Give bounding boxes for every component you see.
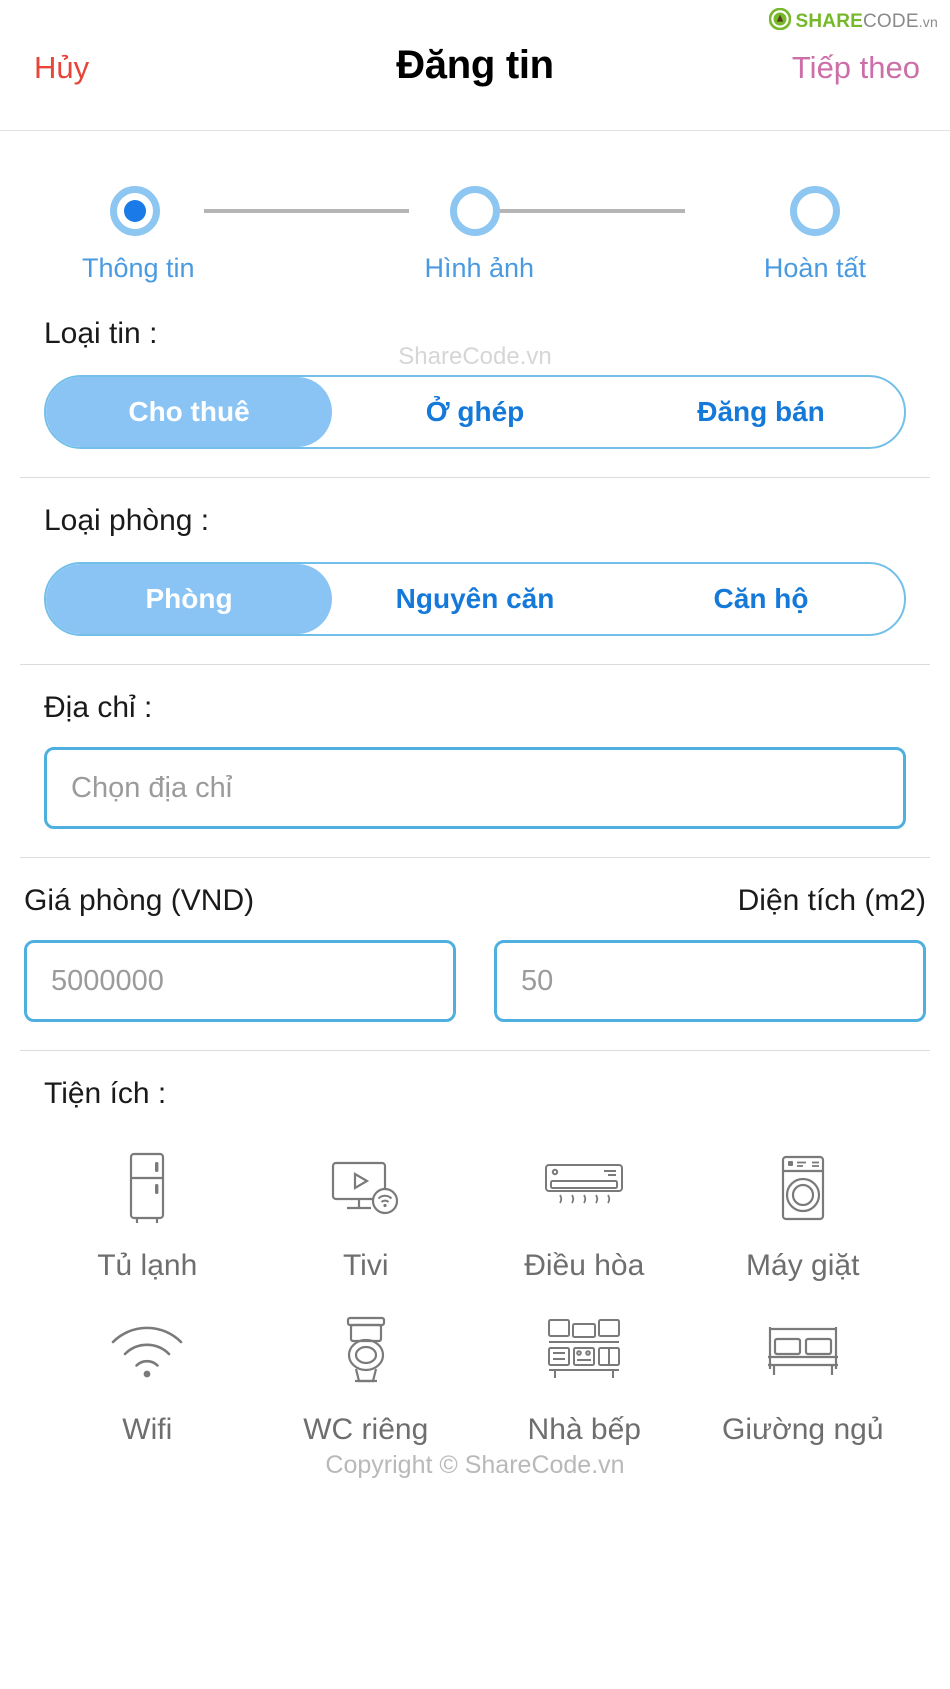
area-placeholder: 50 <box>521 964 554 997</box>
amenity-label: WC riêng <box>303 1413 429 1446</box>
fridge-icon <box>119 1149 175 1227</box>
amenity-label: Điều hòa <box>524 1249 645 1282</box>
address-placeholder: Chọn địa chỉ <box>71 771 233 804</box>
post-type-option-dang-ban[interactable]: Đăng bán <box>618 377 904 447</box>
stepper-label-3: Hoàn tất <box>763 253 866 283</box>
watermark-vn-text: .vn <box>918 13 938 30</box>
stepper-active-dot <box>124 200 146 222</box>
price-label: Giá phòng (VND) <box>24 884 255 917</box>
washing-machine-icon <box>775 1149 831 1227</box>
post-type-option-cho-thue[interactable]: Cho thuê <box>46 377 332 447</box>
stepper-node-hinh-anh[interactable] <box>450 186 500 236</box>
amenities-grid: Tủ lạnh Tivi Điều hòa Máy giặt Wifi WC r… <box>20 1111 930 1447</box>
bed-icon <box>762 1313 844 1391</box>
address-input[interactable]: Chọn địa chỉ <box>44 747 906 829</box>
watermark-code-text: CODE <box>863 10 919 32</box>
amenity-item-nha-bep[interactable]: Nhà bếp <box>475 1313 694 1447</box>
amenities-section: Tiện ích : Tủ lạnh Tivi Điều hòa Máy giặ… <box>0 1051 950 1447</box>
stepper-node-thong-tin[interactable] <box>110 186 160 236</box>
stepper-label-2: Hình ảnh <box>424 253 535 283</box>
area-field-group: Diện tích (m2) 50 <box>494 858 926 1050</box>
amenity-item-wc-rieng[interactable]: WC riêng <box>257 1313 476 1447</box>
room-type-segmented-control: Phòng Nguyên căn Căn hộ <box>44 562 906 636</box>
kitchen-icon <box>543 1313 625 1391</box>
post-type-segmented-control: Cho thuê Ở ghép Đăng bán <box>44 375 906 449</box>
amenity-label: Giường ngủ <box>721 1413 884 1446</box>
room-type-option-nguyen-can[interactable]: Nguyên căn <box>332 564 618 634</box>
toilet-icon <box>337 1313 395 1391</box>
amenity-label: Tủ lạnh <box>97 1249 198 1282</box>
cancel-button[interactable]: Hủy <box>34 44 89 86</box>
amenity-item-tivi[interactable]: Tivi <box>257 1149 476 1283</box>
post-type-section: Loại tin : ShareCode.vn Cho thuê Ở ghép … <box>0 291 950 449</box>
room-type-option-can-ho[interactable]: Căn hộ <box>618 564 904 634</box>
amenity-item-wifi[interactable]: Wifi <box>38 1313 257 1447</box>
room-type-option-phong[interactable]: Phòng <box>46 564 332 634</box>
stepper-track <box>110 181 840 241</box>
amenity-item-giuong-ngu[interactable]: Giường ngủ <box>694 1313 913 1447</box>
amenity-label: Máy giặt <box>746 1249 860 1282</box>
address-section: Địa chỉ : Chọn địa chỉ <box>0 665 950 829</box>
room-type-section: Loại phòng : Phòng Nguyên căn Căn hộ <box>0 478 950 636</box>
price-placeholder: 5000000 <box>51 964 164 997</box>
post-type-option-o-ghep[interactable]: Ở ghép <box>332 377 618 447</box>
stepper-node-hoan-tat[interactable] <box>790 186 840 236</box>
price-input[interactable]: 5000000 <box>24 940 456 1022</box>
amenity-item-dieu-hoa[interactable]: Điều hòa <box>475 1149 694 1283</box>
sharecode-watermark-logo: SHARECODE.vn <box>768 7 939 35</box>
price-field-group: Giá phòng (VND) 5000000 <box>24 858 456 1050</box>
stepper-labels: Thông tin Hình ảnh Hoàn tất <box>82 253 866 284</box>
amenity-label: Nhà bếp <box>527 1413 641 1446</box>
amenity-label: Tivi <box>342 1249 389 1282</box>
watermark-copyright: Copyright © ShareCode.vn <box>325 1451 625 1479</box>
amenity-item-may-giat[interactable]: Máy giặt <box>694 1149 913 1283</box>
sharecode-logo-icon <box>768 7 791 35</box>
television-icon <box>330 1149 402 1227</box>
progress-stepper: Thông tin Hình ảnh Hoàn tất <box>0 181 950 291</box>
area-input[interactable]: 50 <box>494 940 926 1022</box>
stepper-connector-1 <box>204 209 409 213</box>
stepper-label-1: Thông tin <box>82 253 195 283</box>
air-conditioner-icon <box>542 1149 626 1227</box>
address-label: Địa chỉ : <box>44 691 153 724</box>
next-button[interactable]: Tiếp theo <box>792 44 920 86</box>
amenity-label: Wifi <box>122 1413 173 1446</box>
amenity-item-tu-lanh[interactable]: Tủ lạnh <box>38 1149 257 1283</box>
stepper-connector-2 <box>480 209 685 213</box>
area-label: Diện tích (m2) <box>737 884 926 917</box>
watermark-share-text: SHARE <box>795 10 864 32</box>
price-area-section: Giá phòng (VND) 5000000 Diện tích (m2) 5… <box>0 858 950 1050</box>
wifi-icon <box>108 1313 186 1391</box>
room-type-label: Loại phòng : <box>44 504 210 537</box>
amenities-label: Tiện ích : <box>44 1077 167 1110</box>
post-type-label: Loại tin : <box>44 317 158 350</box>
post-listing-screen: SHARECODE.vn Hủy Đăng tin Tiếp theo Thôn… <box>0 0 950 1689</box>
